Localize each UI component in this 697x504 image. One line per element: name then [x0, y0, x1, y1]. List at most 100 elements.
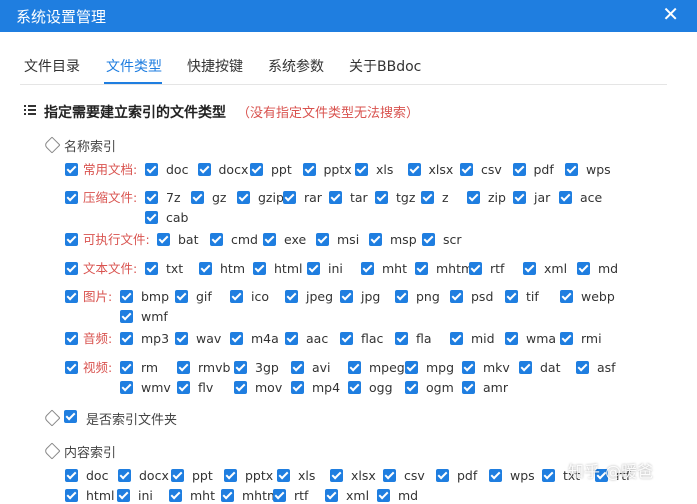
filetype-checkbox[interactable] [450, 290, 463, 303]
filetype-checkbox[interactable] [505, 332, 518, 345]
filetype-checkbox[interactable] [405, 381, 418, 394]
filetype-checkbox[interactable] [469, 262, 482, 275]
filetype-checkbox[interactable] [462, 381, 475, 394]
group-checkbox[interactable] [65, 332, 78, 345]
filetype-checkbox[interactable] [191, 191, 204, 204]
filetype-checkbox[interactable] [197, 163, 211, 176]
filetype-checkbox[interactable] [560, 332, 573, 345]
filetype-checkbox[interactable] [576, 361, 589, 374]
filetype-checkbox[interactable] [559, 191, 572, 204]
filetype-checkbox[interactable] [361, 262, 374, 275]
filetype-checkbox[interactable] [395, 332, 408, 345]
content-filetype-checkbox[interactable] [325, 489, 338, 502]
content-filetype-checkbox[interactable] [221, 489, 234, 502]
filetype-checkbox[interactable] [407, 163, 421, 176]
filetype-checkbox[interactable] [230, 332, 243, 345]
filetype-checkbox[interactable] [120, 332, 133, 345]
filetype-checkbox[interactable] [565, 163, 578, 176]
filetype-checkbox[interactable] [177, 361, 190, 374]
filetype-checkbox[interactable] [285, 332, 298, 345]
filetype-checkbox[interactable] [291, 381, 304, 394]
filetype-checkbox[interactable] [285, 290, 298, 303]
content-filetype-checkbox[interactable] [489, 469, 502, 482]
content-filetype-checkbox[interactable] [117, 489, 130, 502]
filetype-checkbox[interactable] [348, 381, 361, 394]
filetype-checkbox[interactable] [157, 233, 170, 246]
filetype-checkbox[interactable] [421, 191, 434, 204]
tab-file-directory[interactable]: 文件目录 [24, 56, 80, 76]
group-checkbox[interactable] [65, 163, 78, 176]
filetype-checkbox[interactable] [513, 191, 526, 204]
filetype-checkbox[interactable] [340, 332, 353, 345]
filetype-checkbox[interactable] [291, 361, 304, 374]
content-filetype-checkbox[interactable] [118, 469, 131, 482]
filetype-checkbox[interactable] [234, 381, 247, 394]
filetype-checkbox[interactable] [523, 262, 536, 275]
filetype-checkbox[interactable] [199, 262, 212, 275]
filetype-checkbox[interactable] [355, 163, 368, 176]
filetype-checkbox[interactable] [519, 361, 532, 374]
content-filetype-checkbox[interactable] [377, 489, 390, 502]
filetype-checkbox[interactable] [329, 191, 342, 204]
content-filetype-checkbox[interactable] [273, 489, 286, 502]
filetype-checkbox[interactable] [348, 361, 361, 374]
filetype-checkbox[interactable] [450, 332, 463, 345]
filetype-checkbox[interactable] [467, 191, 480, 204]
filetype-checkbox[interactable] [422, 233, 435, 246]
content-filetype-checkbox[interactable] [330, 469, 343, 482]
group-checkbox[interactable] [65, 191, 78, 204]
filetype-checkbox[interactable] [512, 163, 526, 176]
content-filetype-checkbox[interactable] [436, 469, 449, 482]
group-checkbox[interactable] [65, 262, 78, 275]
filetype-checkbox[interactable] [237, 191, 250, 204]
filetype-checkbox[interactable] [395, 290, 408, 303]
filetype-checkbox[interactable] [230, 290, 243, 303]
filetype-checkbox[interactable] [120, 361, 133, 374]
filetype-checkbox[interactable] [120, 310, 133, 323]
filetype-checkbox[interactable] [415, 262, 428, 275]
filetype-checkbox[interactable] [145, 163, 158, 176]
content-filetype-checkbox[interactable] [277, 469, 290, 482]
filetype-checkbox[interactable] [307, 262, 320, 275]
content-filetype-checkbox[interactable] [65, 469, 78, 482]
content-filetype-checkbox[interactable] [224, 469, 237, 482]
folder-index-checkbox[interactable] [64, 410, 77, 423]
filetype-checkbox[interactable] [234, 361, 247, 374]
close-icon[interactable]: ✕ [662, 4, 679, 24]
filetype-checkbox[interactable] [405, 361, 418, 374]
filetype-checkbox[interactable] [316, 233, 329, 246]
filetype-checkbox[interactable] [120, 290, 133, 303]
filetype-checkbox[interactable] [560, 290, 573, 303]
filetype-checkbox[interactable] [460, 163, 473, 176]
filetype-checkbox[interactable] [375, 191, 388, 204]
group-checkbox[interactable] [65, 233, 78, 246]
filetype-checkbox[interactable] [253, 262, 266, 275]
filetype-checkbox[interactable] [145, 262, 158, 275]
filetype-checkbox[interactable] [340, 290, 353, 303]
content-filetype-checkbox[interactable] [171, 469, 184, 482]
tab-shortcut-keys[interactable]: 快捷按键 [187, 56, 243, 76]
filetype-checkbox[interactable] [120, 381, 133, 394]
content-filetype-checkbox[interactable] [169, 489, 182, 502]
filetype-checkbox[interactable] [302, 163, 316, 176]
content-filetype-checkbox[interactable] [383, 469, 396, 482]
filetype-checkbox[interactable] [263, 233, 276, 246]
filetype-checkbox[interactable] [283, 191, 296, 204]
tab-file-types[interactable]: 文件类型 [106, 56, 162, 76]
filetype-checkbox[interactable] [369, 233, 382, 246]
filetype-checkbox[interactable] [210, 233, 223, 246]
filetype-checkbox[interactable] [145, 191, 158, 204]
filetype-checkbox[interactable] [250, 163, 263, 176]
group-checkbox[interactable] [65, 290, 78, 303]
tab-system-params[interactable]: 系统参数 [268, 56, 324, 76]
filetype-checkbox[interactable] [577, 262, 590, 275]
tab-about[interactable]: 关于BBdoc [349, 56, 421, 76]
group-checkbox[interactable] [65, 361, 78, 374]
filetype-checkbox[interactable] [462, 361, 475, 374]
filetype-checkbox[interactable] [145, 211, 158, 224]
content-filetype-checkbox[interactable] [65, 489, 78, 502]
filetype-checkbox[interactable] [177, 381, 190, 394]
filetype-checkbox[interactable] [175, 290, 188, 303]
filetype-checkbox[interactable] [175, 332, 188, 345]
content-filetype-checkbox[interactable] [542, 469, 555, 482]
